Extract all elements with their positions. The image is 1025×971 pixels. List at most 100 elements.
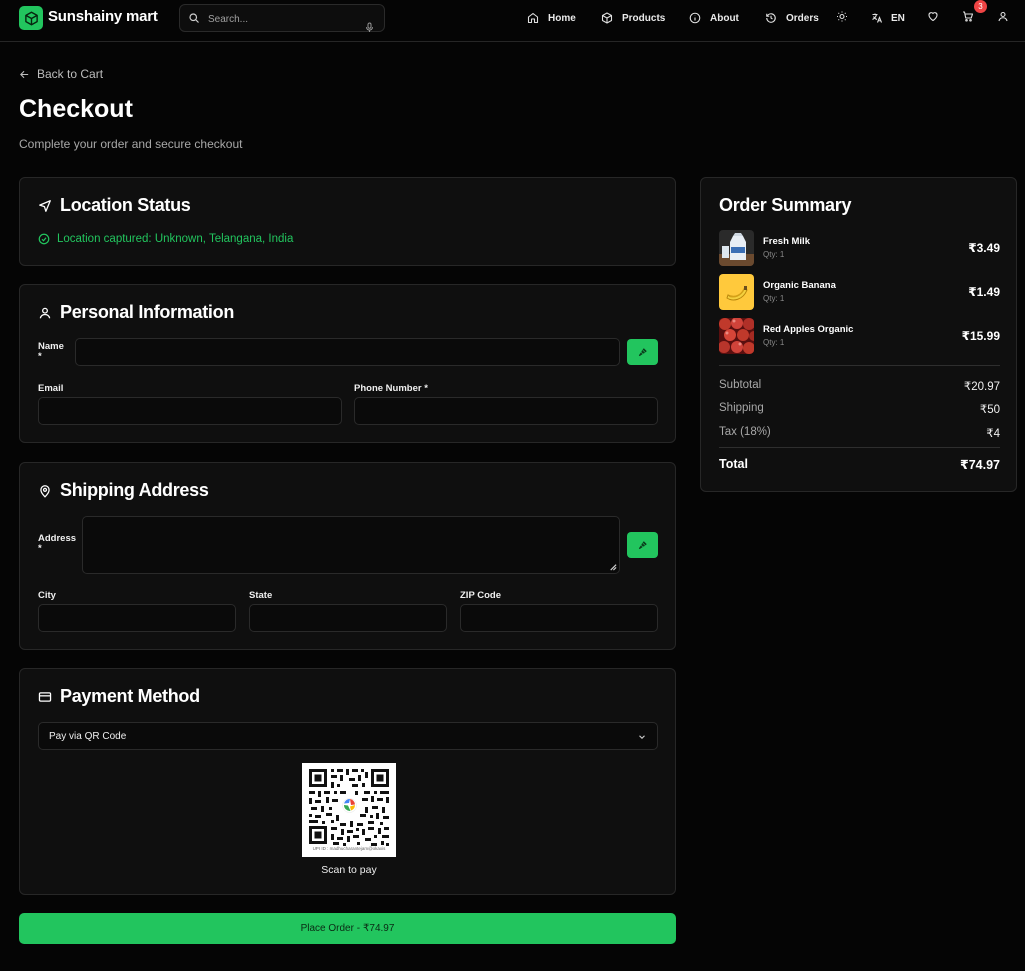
name-voice-input-button[interactable] — [627, 339, 658, 365]
shipping-address-card: Shipping Address Address * City State ZI… — [19, 462, 676, 650]
nav-products-label: Products — [622, 12, 666, 24]
summary-divider — [719, 365, 1000, 366]
name-label: Name * — [38, 341, 64, 362]
personal-information-card: Personal Information Name * Email Phone … — [19, 284, 676, 443]
place-order-label: Place Order - — [300, 923, 361, 934]
nav-about-label: About — [710, 12, 739, 24]
user-icon — [39, 307, 51, 318]
total-row: Total ₹74.97 — [719, 457, 1000, 472]
credit-card-icon — [38, 691, 52, 702]
red-apples-image — [719, 318, 754, 354]
location-status-message: Location captured: Unknown, Telangana, I… — [38, 233, 293, 245]
payment-qr-code: UPI ID : madhucharantejam@okaxis — [302, 763, 396, 857]
search-box[interactable] — [179, 4, 385, 32]
microphone-icon — [638, 348, 647, 357]
personal-information-title: Personal Information — [60, 302, 235, 322]
subtotal-value: ₹20.97 — [963, 381, 1000, 393]
summary-item-price: ₹15.99 — [961, 329, 1000, 343]
nav-about[interactable]: About — [689, 11, 739, 25]
payment-method-card: Payment Method Pay via QR Code UPI ID: … — [19, 668, 676, 895]
phone-label: Phone Number * — [354, 383, 428, 394]
location-status-heading: Location Status — [38, 195, 191, 216]
state-label: State — [249, 590, 273, 601]
payment-method-select[interactable]: Pay via QR Code — [38, 722, 658, 750]
summary-item: Fresh Milk Qty: 1 ₹3.49 — [719, 230, 1000, 266]
nav-orders[interactable]: Orders — [765, 11, 819, 25]
nav-home[interactable]: Home — [527, 11, 576, 25]
info-icon — [689, 12, 701, 24]
summary-item: Red Apples Organic Qty: 1 ₹15.99 — [719, 318, 1000, 354]
zip-field[interactable] — [460, 604, 658, 632]
back-to-cart-link[interactable]: Back to Cart — [19, 67, 103, 81]
mic-icon[interactable] — [365, 22, 374, 33]
summary-item-name: Fresh Milk — [763, 236, 810, 247]
language-switcher[interactable]: EN — [871, 11, 905, 25]
place-order-button[interactable]: Place Order - ₹74.97 — [19, 913, 676, 944]
page-title: Checkout — [19, 95, 133, 123]
payment-method-selected: Pay via QR Code — [49, 731, 127, 742]
tax-label: Tax (18%) — [719, 426, 771, 438]
address-field[interactable] — [82, 516, 620, 574]
home-icon — [527, 12, 539, 24]
subtotal-label: Subtotal — [719, 379, 762, 391]
scan-to-pay-label: Scan to pay — [321, 864, 377, 876]
cart-icon[interactable] — [962, 10, 974, 23]
language-label: EN — [891, 12, 905, 24]
address-voice-input-button[interactable] — [627, 532, 658, 558]
tax-value: ₹4 — [986, 428, 1000, 440]
qr-code-image — [309, 769, 389, 846]
location-status-title: Location Status — [60, 195, 191, 215]
payment-method-heading: Payment Method — [38, 686, 200, 707]
name-field[interactable] — [75, 338, 620, 366]
shipping-row: Shipping ₹50 — [719, 402, 1000, 416]
city-field[interactable] — [38, 604, 236, 632]
total-label: Total — [719, 457, 748, 471]
search-icon — [189, 13, 199, 23]
tax-row: Tax (18%) ₹4 — [719, 426, 1000, 440]
summary-item-name: Red Apples Organic — [763, 324, 854, 335]
summary-item-qty: Qty: 1 — [763, 294, 785, 303]
qr-upi-id: UPI ID : madhucharantejam@okaxis — [312, 846, 386, 851]
address-label: Address * — [38, 533, 77, 554]
map-pin-icon — [40, 484, 50, 498]
user-icon[interactable] — [997, 10, 1009, 23]
phone-field[interactable] — [354, 397, 658, 425]
summary-item: Organic Banana Qty: 1 ₹1.49 — [719, 274, 1000, 310]
location-status-text: Location captured: Unknown, Telangana, I… — [57, 233, 294, 245]
email-field[interactable] — [38, 397, 342, 425]
heart-icon[interactable] — [927, 10, 939, 23]
organic-banana-image — [719, 274, 754, 310]
search-input[interactable] — [208, 10, 358, 28]
fresh-milk-image — [719, 230, 754, 266]
total-value: ₹74.97 — [960, 458, 1000, 472]
order-summary-card: Order Summary Fresh Milk Qty: 1 ₹3.49 Or… — [700, 177, 1017, 492]
location-status-card: Location Status Location captured: Unkno… — [19, 177, 676, 266]
check-circle-icon — [38, 233, 50, 245]
summary-item-qty: Qty: 1 — [763, 338, 785, 347]
logo-icon[interactable] — [19, 6, 43, 30]
navigation-arrow-icon — [39, 199, 51, 212]
summary-item-price: ₹1.49 — [968, 285, 1000, 299]
nav-products[interactable]: Products — [601, 11, 665, 25]
place-order-amount: ₹74.97 — [363, 923, 395, 934]
history-icon — [766, 13, 776, 23]
state-field[interactable] — [249, 604, 447, 632]
nav-orders-label: Orders — [786, 12, 819, 24]
nav-home-label: Home — [548, 12, 576, 24]
zip-label: ZIP Code — [460, 590, 501, 601]
cart-count-badge: 3 — [974, 0, 987, 13]
chevron-down-icon — [639, 735, 645, 740]
summary-item-price: ₹3.49 — [968, 241, 1000, 255]
subtotal-row: Subtotal ₹20.97 — [719, 379, 1000, 393]
summary-item-qty: Qty: 1 — [763, 250, 785, 259]
box-icon — [601, 12, 613, 24]
back-to-cart-label: Back to Cart — [37, 67, 104, 81]
summary-divider — [719, 447, 1000, 448]
resize-handle-icon[interactable] — [608, 562, 617, 571]
brand-name[interactable]: Sunshainy mart — [48, 8, 158, 25]
city-label: City — [38, 590, 56, 601]
shipping-address-heading: Shipping Address — [38, 480, 209, 501]
translate-icon — [872, 13, 883, 23]
email-label: Email — [38, 383, 64, 394]
theme-toggle-sun-icon[interactable] — [836, 10, 848, 23]
